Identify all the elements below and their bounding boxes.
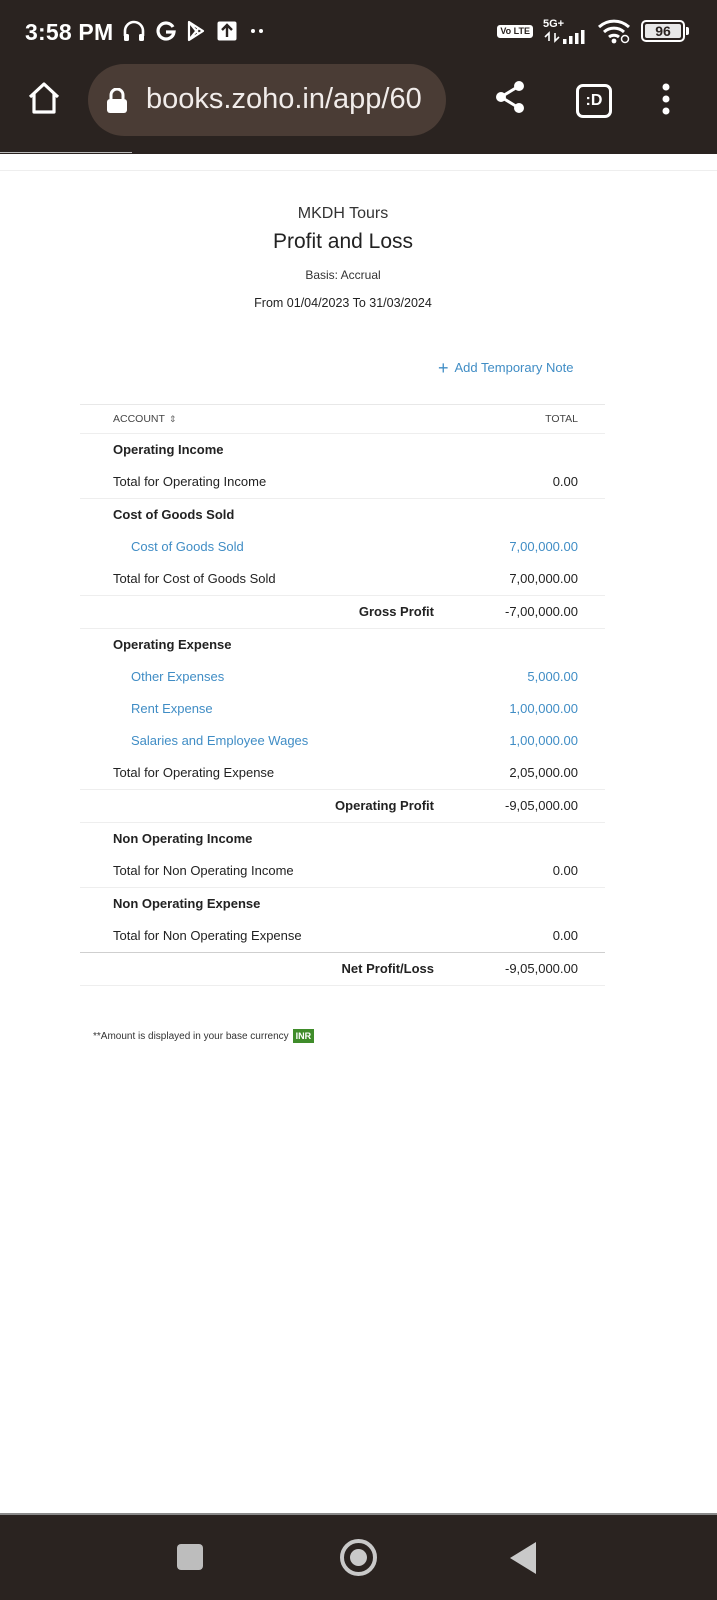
currency-footnote: **Amount is displayed in your base curre… <box>93 1029 315 1043</box>
address-bar-row: books.zoho.in/app/60 :D <box>0 62 717 138</box>
url-text: books.zoho.in/app/60 <box>146 83 422 115</box>
more-notifications-icon <box>251 29 263 33</box>
table-row-account[interactable]: Rent Expense 1,00,000.00 <box>80 693 605 725</box>
account-amount-link[interactable]: 5,000.00 <box>527 669 578 684</box>
account-amount-link[interactable]: 1,00,000.00 <box>509 733 578 748</box>
table-row-total: Total for Operating Expense 2,05,000.00 <box>80 757 605 790</box>
divider <box>0 152 132 153</box>
table-row-account[interactable]: Other Expenses 5,000.00 <box>80 661 605 693</box>
section-heading: Cost of Goods Sold <box>113 507 235 522</box>
volte-badge: Vo LTE <box>497 24 533 38</box>
upload-icon <box>217 21 237 41</box>
report-header: MKDH Tours Profit and Loss Basis: Accrua… <box>0 205 686 310</box>
account-link[interactable]: Other Expenses <box>131 669 224 684</box>
account-link[interactable]: Rent Expense <box>131 701 213 716</box>
battery-icon: 96 <box>641 20 689 42</box>
summary-label: Operating Profit <box>335 798 434 813</box>
table-row-summary: Operating Profit -9,05,000.00 <box>80 790 605 823</box>
table-row-section: Operating Expense <box>80 629 605 661</box>
table-header: ACCOUNT ⇕ TOTAL <box>80 404 605 434</box>
total-column-header: TOTAL <box>545 413 578 425</box>
add-temporary-note-label: Add Temporary Note <box>454 360 574 375</box>
section-heading: Operating Income <box>113 442 224 457</box>
headphones-icon <box>123 20 145 41</box>
table-row-section: Non Operating Expense <box>80 888 605 920</box>
total-label: Total for Cost of Goods Sold <box>113 571 276 586</box>
currency-badge: INR <box>292 1029 315 1043</box>
organization-name: MKDH Tours <box>297 205 389 222</box>
table-row-account[interactable]: Cost of Goods Sold 7,00,000.00 <box>80 531 605 563</box>
table-row-section: Cost of Goods Sold <box>80 499 605 531</box>
account-amount-link[interactable]: 7,00,000.00 <box>509 539 578 554</box>
home-circle-icon[interactable] <box>340 1539 377 1576</box>
account-link[interactable]: Cost of Goods Sold <box>131 539 244 554</box>
google-icon <box>156 21 176 41</box>
plus-icon: + <box>438 357 449 378</box>
account-link[interactable]: Salaries and Employee Wages <box>131 733 308 748</box>
report-date-range: From 01/04/2023 To 31/03/2024 <box>254 296 432 310</box>
row-amount: 0.00 <box>552 863 578 878</box>
add-temporary-note-button[interactable]: + Add Temporary Note <box>438 357 574 378</box>
table-row-total: Total for Non Operating Income 0.00 <box>80 855 605 888</box>
row-amount: -9,05,000.00 <box>504 798 578 813</box>
status-bar: 3:58 PM Vo LTE 5G+ 96 <box>0 0 717 60</box>
network-type: 5G+ <box>543 17 565 30</box>
table-row-total: Total for Non Operating Expense 0.00 <box>80 920 605 953</box>
table-row-summary: Net Profit/Loss -9,05,000.00 <box>80 953 605 986</box>
recents-icon[interactable] <box>177 1544 203 1570</box>
sort-icon[interactable]: ⇕ <box>169 414 177 424</box>
account-column-header[interactable]: ACCOUNT ⇕ <box>113 413 176 425</box>
kebab-menu-icon[interactable] <box>660 82 672 116</box>
status-notification-icons <box>122 20 266 42</box>
table-row-total: Total for Operating Income 0.00 <box>80 466 605 499</box>
table-row-total: Total for Cost of Goods Sold 7,00,000.00 <box>80 563 605 596</box>
report-title: Profit and Loss <box>272 230 414 253</box>
lock-icon <box>107 88 127 113</box>
battery-level: 96 <box>645 24 681 38</box>
total-label: Total for Operating Expense <box>113 765 275 780</box>
home-icon[interactable] <box>26 80 62 116</box>
row-amount: -7,00,000.00 <box>504 604 578 619</box>
summary-label: Gross Profit <box>358 604 434 619</box>
table-row-account[interactable]: Salaries and Employee Wages 1,00,000.00 <box>80 725 605 757</box>
table-body: Operating Income Total for Operating Inco… <box>80 434 605 986</box>
status-time: 3:58 PM <box>25 19 114 45</box>
table-row-summary: Gross Profit -7,00,000.00 <box>80 596 605 629</box>
total-label: Total for Operating Income <box>113 474 267 489</box>
play-store-icon <box>187 20 205 42</box>
table-row-section: Operating Income <box>80 434 605 466</box>
row-amount: 7,00,000.00 <box>509 571 578 586</box>
row-amount: -9,05,000.00 <box>504 961 578 976</box>
row-amount: 0.00 <box>552 928 578 943</box>
section-heading: Operating Expense <box>113 637 232 652</box>
url-bar[interactable]: books.zoho.in/app/60 <box>88 64 446 136</box>
signal-icon <box>544 29 585 44</box>
report-basis: Basis: Accrual <box>305 268 381 282</box>
row-amount: 0.00 <box>552 474 578 489</box>
signal-group: 5G+ <box>543 17 587 44</box>
tab-switcher-icon[interactable]: :D <box>576 84 612 118</box>
total-label: Total for Non Operating Expense <box>113 928 302 943</box>
browser-chrome: 3:58 PM Vo LTE 5G+ 96 books.zoho.in/app/ <box>0 0 717 154</box>
section-heading: Non Operating Income <box>113 831 253 846</box>
total-label: Total for Non Operating Income <box>113 863 294 878</box>
share-icon[interactable] <box>494 80 526 114</box>
divider <box>0 170 717 171</box>
wifi-icon <box>597 19 631 44</box>
row-amount: 2,05,000.00 <box>509 765 578 780</box>
summary-label: Net Profit/Loss <box>341 961 434 976</box>
navigation-bar <box>0 1515 717 1600</box>
status-system-icons: Vo LTE 5G+ 96 <box>497 18 689 44</box>
profit-loss-table: ACCOUNT ⇕ TOTAL Operating Income Total for… <box>80 404 605 986</box>
back-icon[interactable] <box>510 1542 536 1574</box>
table-row-section: Non Operating Income <box>80 823 605 855</box>
footnote-text: **Amount is displayed in your base curre… <box>93 1030 289 1042</box>
account-amount-link[interactable]: 1,00,000.00 <box>509 701 578 716</box>
section-heading: Non Operating Expense <box>113 896 261 911</box>
